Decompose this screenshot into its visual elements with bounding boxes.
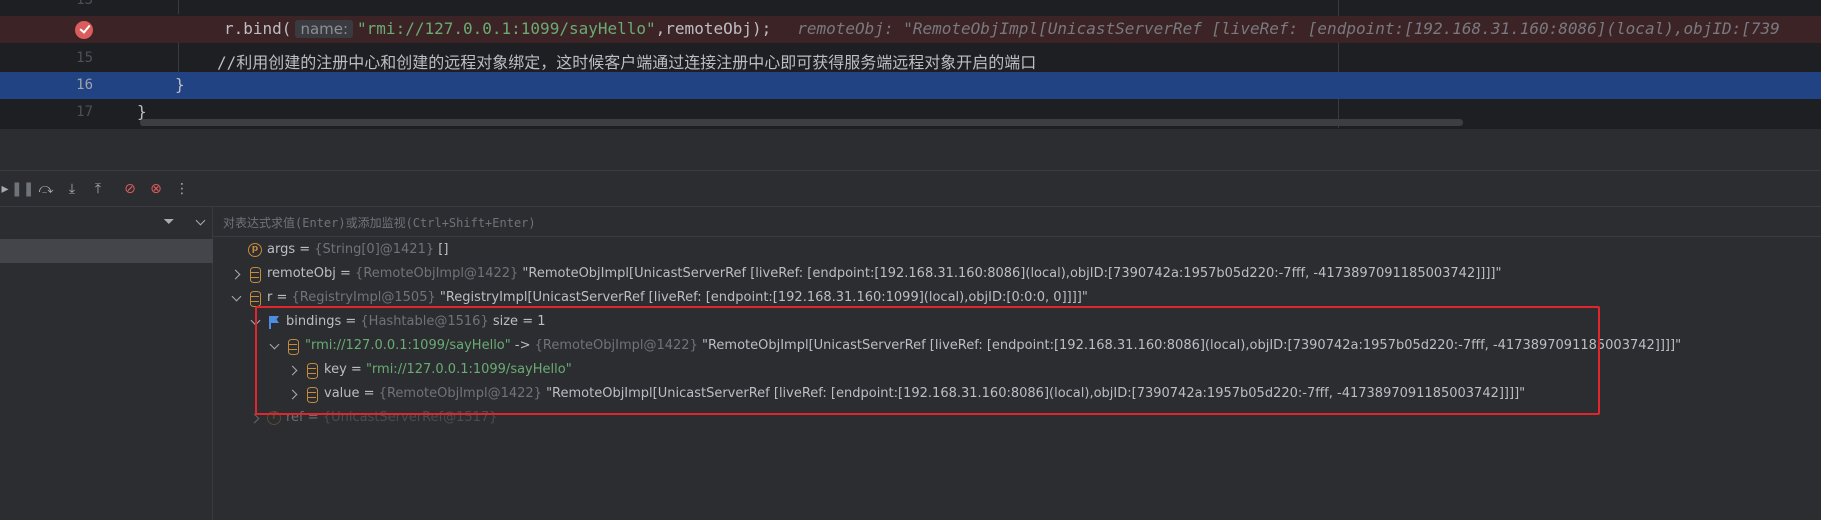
horizontal-scrollbar[interactable] — [140, 119, 1463, 126]
line-number: 13 — [76, 0, 93, 8]
variable-name: args — [267, 242, 296, 257]
field-icon — [248, 291, 262, 307]
code-text: r.bind(name: "rmi://127.0.0.1:1099/sayHel… — [224, 19, 1780, 38]
selected-frame-item[interactable] — [0, 239, 213, 263]
line-number: 15 — [76, 50, 93, 66]
inline-debug-value: remoteObj: "RemoteObjImpl[UnicastServerR… — [797, 19, 1780, 38]
tool-window-header — [0, 128, 1821, 170]
code-line-13[interactable]: 13 — [0, 0, 1821, 14]
view-breakpoints-icon[interactable]: ⊘ — [121, 180, 139, 198]
variable-operator: = — [335, 266, 356, 281]
code-line-15[interactable]: 15 //利用创建的注册中心和创建的远程对象绑定，这时候客户端通过连接注册中心即… — [0, 45, 1821, 72]
evaluate-expression-input[interactable]: 对表达式求值(Enter)或添加监视(Ctrl+Shift+Enter) — [223, 214, 536, 231]
frames-panel: ⏷ — [0, 206, 213, 520]
filter-icon[interactable]: ⏷ — [160, 213, 178, 231]
variable-value: [] — [434, 242, 449, 257]
mute-breakpoints-icon[interactable]: ⊗ — [147, 180, 165, 198]
more-icon[interactable]: ⋮ — [173, 180, 191, 198]
line-number: 17 — [76, 104, 93, 120]
variable-text: args = {String[0]@1421} [] — [267, 238, 448, 262]
step-out-icon[interactable]: ⤒ — [89, 180, 107, 198]
indent-guide — [178, 43, 179, 73]
indent-guide — [178, 0, 179, 14]
chevron-right-icon[interactable] — [230, 268, 242, 280]
parameter-hint: name: — [295, 20, 354, 38]
code-line-16-current[interactable]: 16 } — [0, 72, 1821, 99]
variable-type: {RegistryImpl@1505} — [291, 290, 436, 305]
evaluate-expression-bar[interactable]: 对表达式求值(Enter)或添加监视(Ctrl+Shift+Enter) — [213, 207, 1821, 237]
breakpoint-icon[interactable] — [75, 21, 93, 39]
code-line-14[interactable]: r.bind(name: "rmi://127.0.0.1:1099/sayHel… — [0, 16, 1821, 43]
variable-name: remoteObj — [267, 266, 336, 281]
variable-value: "RemoteObjImpl[UnicastServerRef [liveRef… — [518, 266, 1502, 281]
pause-icon[interactable]: ❚❚ — [11, 180, 34, 198]
code-args: ,remoteObj); — [655, 19, 772, 38]
variable-type: {String[0]@1421} — [314, 242, 435, 257]
variable-type: {RemoteObjImpl@1422} — [355, 266, 519, 281]
string-literal: "rmi://127.0.0.1:1099/sayHello" — [357, 19, 656, 38]
code-comment: //利用创建的注册中心和创建的远程对象绑定，这时候客户端通过连接注册中心即可获得… — [217, 53, 1037, 72]
variable-operator: = — [272, 290, 292, 305]
step-into-icon[interactable]: ⤓ — [63, 180, 81, 198]
parameter-icon: p — [248, 243, 262, 257]
code-editor[interactable]: 13 r.bind(name: "rmi://127.0.0.1:1099/say… — [0, 0, 1821, 128]
frames-header: ⏷ — [0, 207, 213, 237]
variable-operator: = — [295, 242, 315, 257]
field-icon — [248, 267, 262, 283]
chevron-down-icon[interactable] — [230, 292, 242, 304]
debug-toolbar: ▸ ❚❚ ⤼ ⤓ ⤒ ⊘ ⊗ ⋮ — [0, 170, 1821, 206]
variable-text: remoteObj = {RemoteObjImpl@1422} "Remote… — [267, 262, 1502, 286]
step-over-icon[interactable]: ⤼ — [37, 180, 55, 198]
annotation-highlight-box — [255, 306, 1600, 415]
variable-value: "RegistryImpl[UnicastServerRef [liveRef:… — [435, 290, 1088, 305]
line-number: 16 — [76, 77, 93, 93]
code-bind-call: r.bind( — [224, 19, 292, 38]
chevron-down-icon[interactable] — [194, 216, 206, 228]
closing-brace: } — [175, 75, 185, 94]
